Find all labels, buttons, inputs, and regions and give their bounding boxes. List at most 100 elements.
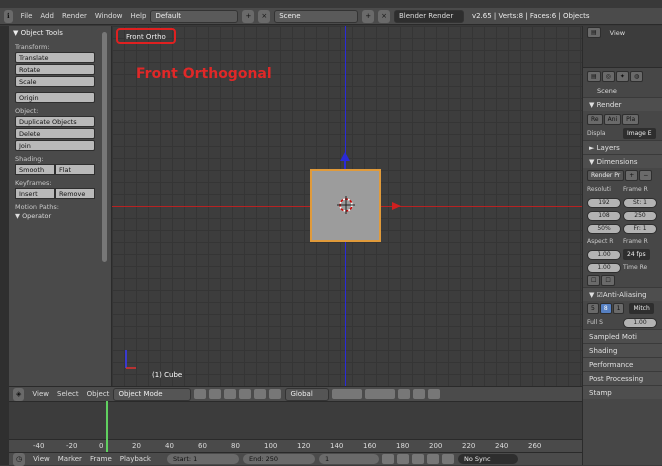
transform-orientation-select[interactable]: Global [285, 387, 330, 401]
aa-samples-11[interactable]: 1 [612, 303, 625, 314]
menu-object[interactable]: Object [87, 390, 110, 398]
pivot-point-icon[interactable] [209, 389, 222, 399]
filter-select[interactable]: Mitch [629, 303, 654, 314]
editor-type-icon[interactable]: ℹ [4, 9, 13, 23]
operator-panel-header[interactable]: ▼ Operator [15, 212, 111, 220]
remove-preset-icon[interactable]: − [639, 170, 653, 181]
3d-viewport[interactable]: Front Ortho Front Orthogonal (1) Cube [112, 26, 582, 386]
post-processing-section-header[interactable]: Post Processing [583, 371, 662, 385]
menu-file[interactable]: File [21, 12, 33, 20]
full-sample-checkbox[interactable]: Full S [587, 319, 623, 326]
sampled-motion-section-header[interactable]: Sampled Moti [583, 329, 662, 343]
filter-size-field[interactable]: 1.00 [623, 317, 657, 328]
jump-next-key-icon[interactable] [426, 454, 439, 464]
sync-mode-select[interactable]: No Sync [457, 454, 518, 464]
props-editor-icon[interactable]: ▤ [587, 70, 601, 82]
add-screen-icon[interactable]: + [242, 9, 255, 23]
aa-samples-5[interactable]: 5 [587, 303, 599, 314]
frame-step-field[interactable]: Fr: 1 [623, 223, 657, 234]
menu-add[interactable]: Add [40, 12, 54, 20]
jump-end-icon[interactable] [441, 454, 454, 464]
join-button[interactable]: Join [15, 140, 95, 151]
resolution-x-field[interactable]: 192 [587, 197, 621, 208]
add-preset-icon[interactable]: + [625, 170, 639, 181]
outliner-view-menu[interactable]: View [610, 29, 625, 37]
viewport-shading-icon[interactable] [194, 389, 207, 399]
remove-keyframe-button[interactable]: Remove [55, 188, 95, 199]
frame-start-field[interactable]: Start: 1 [166, 454, 239, 464]
display-select[interactable]: Image E [623, 128, 656, 139]
shading-section-header[interactable]: Shading [583, 343, 662, 357]
jump-start-icon[interactable] [381, 454, 394, 464]
add-scene-icon[interactable]: + [362, 9, 375, 23]
timeline-ruler[interactable]: -40 -20 0 20 40 60 80 100 120 140 160 180 200 220 240 2… [9, 439, 582, 452]
manipulator-x-arrow[interactable] [392, 202, 401, 210]
world-tab-icon[interactable]: ◍ [629, 70, 644, 82]
resolution-y-field[interactable]: 108 [587, 210, 621, 221]
render-tab-icon[interactable]: ◎ [601, 70, 615, 82]
play-animation-button[interactable]: Pla [622, 113, 640, 125]
screen-layout-select[interactable]: Default [150, 9, 239, 23]
timeline-area[interactable] [9, 401, 582, 439]
layers-grid-a-icon[interactable] [332, 389, 363, 399]
fps-select[interactable]: 24 fps [623, 249, 650, 260]
render-preset-select[interactable]: Render Pr [587, 170, 625, 181]
frame-end-field[interactable]: 250 [623, 210, 657, 221]
aa-samples-8[interactable]: 8 [599, 303, 612, 314]
menu-render[interactable]: Render [62, 12, 87, 20]
outliner-editor-icon[interactable]: ▤ [587, 27, 601, 38]
aspect-y-field[interactable]: 1.00 [587, 262, 621, 273]
render-animation-button[interactable]: Ani [603, 113, 622, 125]
crop-checkbox[interactable]: ☐ [601, 275, 615, 286]
snap-icon[interactable] [413, 389, 426, 399]
flat-button[interactable]: Flat [55, 164, 95, 175]
current-frame-field[interactable]: 1 [318, 454, 379, 464]
resolution-percent-field[interactable]: 50% [587, 223, 621, 234]
proportional-edit-icon[interactable] [398, 389, 411, 399]
frame-end-field[interactable]: End: 250 [242, 454, 315, 464]
render-engine-select[interactable]: Blender Render [393, 9, 464, 23]
translate-button[interactable]: Translate [15, 52, 95, 63]
menu-select[interactable]: Select [57, 390, 79, 398]
viewport-editor-type-icon[interactable]: ◈ [13, 387, 25, 401]
timeline-menu-view[interactable]: View [33, 455, 50, 463]
scale-manipulator-icon[interactable] [269, 389, 282, 399]
layers-section-header[interactable]: ► Layers [583, 140, 662, 154]
scene-select[interactable]: Scene [274, 9, 359, 23]
object-tools-header[interactable]: ▼ Object Tools [9, 26, 111, 39]
render-section-header[interactable]: ▼ Render [583, 97, 662, 111]
dimensions-section-header[interactable]: ▼ Dimensions [583, 154, 662, 168]
render-image-button[interactable]: Re [587, 113, 603, 125]
remove-scene-icon[interactable]: × [378, 9, 390, 23]
timeline-editor-type-icon[interactable]: ◷ [13, 452, 26, 466]
timeline-menu-frame[interactable]: Frame [90, 455, 112, 463]
play-icon[interactable] [411, 454, 424, 464]
stamp-section-header[interactable]: Stamp [583, 385, 662, 399]
duplicate-objects-button[interactable]: Duplicate Objects [15, 116, 95, 127]
aspect-x-field[interactable]: 1.00 [587, 249, 621, 260]
scale-button[interactable]: Scale [15, 76, 95, 87]
timeline-menu-playback[interactable]: Playback [120, 455, 151, 463]
origin-button[interactable]: Origin [15, 92, 95, 103]
render-preview-icon[interactable] [428, 389, 441, 399]
jump-prev-key-icon[interactable] [396, 454, 409, 464]
translate-manipulator-icon[interactable] [239, 389, 252, 399]
layers-grid-b-icon[interactable] [365, 389, 396, 399]
anti-aliasing-section-header[interactable]: ▼ ☑ Anti-Aliasing [583, 287, 662, 301]
rotate-button[interactable]: Rotate [15, 64, 95, 75]
menu-view[interactable]: View [32, 390, 49, 398]
manipulator-toggle-icon[interactable] [224, 389, 237, 399]
menu-help[interactable]: Help [130, 12, 146, 20]
performance-section-header[interactable]: Performance [583, 357, 662, 371]
tool-shelf-scrollbar[interactable] [102, 32, 107, 262]
menu-window[interactable]: Window [95, 12, 123, 20]
rotate-manipulator-icon[interactable] [254, 389, 267, 399]
remove-screen-icon[interactable]: × [258, 9, 271, 23]
current-frame-indicator[interactable] [106, 401, 108, 452]
timeline-menu-marker[interactable]: Marker [58, 455, 82, 463]
border-checkbox[interactable]: ☐ [587, 275, 601, 286]
insert-keyframe-button[interactable]: Insert [15, 188, 55, 199]
manipulator-z-arrow[interactable] [340, 152, 350, 161]
delete-button[interactable]: Delete [15, 128, 95, 139]
scene-tab-icon[interactable]: ✦ [615, 70, 629, 82]
